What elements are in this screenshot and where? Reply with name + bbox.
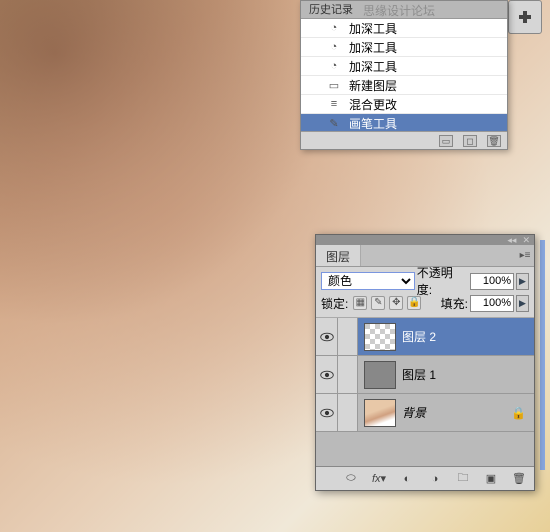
fill-label: 填充: [441,295,468,312]
link-cell[interactable] [338,356,358,393]
history-item-label: 新建图层 [349,77,397,94]
history-list: ◔ 加深工具 ◔ 加深工具 ◔ 加深工具 ▭ 新建图层 ≡ 混合更改 ✎ 画笔工具 [301,19,507,132]
close-icon[interactable]: ✕ [522,236,530,245]
lock-pixels-icon[interactable]: ✎ [371,296,385,310]
history-new-doc-icon[interactable]: ▭ [439,135,453,147]
lock-label: 锁定: [321,295,348,312]
link-cell[interactable] [338,318,358,355]
right-edge-strip [540,240,545,470]
layer-name-label[interactable]: 背景 [402,404,426,421]
history-delete-icon[interactable]: 🗑 [487,135,501,147]
layer-row[interactable]: 图层 1 [316,356,534,394]
newlayer-icon: ▭ [325,78,343,92]
link-cell[interactable] [338,394,358,431]
watermark-cn: 思缘设计论坛 [363,2,435,19]
opacity-label: 不透明度: [417,264,468,298]
layers-list: 图层 2 图层 1 背景 🔒 [316,318,534,432]
link-layers-icon[interactable]: ⬭ [342,472,360,486]
burn-icon: ◔ [325,21,343,35]
layer-thumbnail[interactable] [364,361,396,389]
blend-mode-select[interactable]: 颜色 [321,272,415,290]
layers-controls: 颜色 不透明度: ▶ 锁定: ▦ ✎ ✥ 🔒 填充: ▶ [316,267,534,318]
layer-row[interactable]: 背景 🔒 [316,394,534,432]
history-panel: 历史记录 ◔加深工具◔加深工具◔加深工具▭新建图层≡混合更改✎画笔工具 ▭ ◻ … [300,0,508,150]
history-item[interactable]: ≡ 混合更改 [301,95,507,114]
lock-all-icon[interactable]: 🔒 [407,296,421,310]
lock-indicator-icon: 🔒 [511,406,526,420]
history-item[interactable]: ◔ 加深工具 [301,38,507,57]
panel-drag-bar[interactable]: ◂◂ ✕ [316,235,534,245]
opacity-input[interactable] [470,273,514,290]
layers-empty-area[interactable] [316,432,534,466]
delete-layer-icon[interactable]: 🗑 [510,472,528,486]
burn-icon: ◔ [325,59,343,73]
new-layer-icon[interactable]: ▣ [482,472,500,486]
history-new-snapshot-icon[interactable]: ◻ [463,135,477,147]
fx-icon[interactable]: fx▾ [370,472,388,486]
fill-input[interactable] [470,295,514,312]
history-footer: ▭ ◻ 🗑 [301,132,507,150]
brush-icon: ✎ [325,116,343,130]
history-item[interactable]: ✎ 画笔工具 [301,114,507,132]
history-item-label: 加深工具 [349,58,397,75]
panel-menu-icon[interactable]: ▸≡ [516,245,534,266]
layers-footer: ⬭ fx▾ ◐ ◑ 🗀 ▣ 🗑 [316,466,534,490]
visibility-eye-icon[interactable] [316,394,338,431]
group-icon[interactable]: 🗀 [454,472,472,486]
history-item[interactable]: ▭ 新建图层 [301,76,507,95]
blend-icon: ≡ [325,97,343,111]
fill-flyout-icon[interactable]: ▶ [516,295,529,312]
history-item[interactable]: ◔ 加深工具 [301,19,507,38]
lock-position-icon[interactable]: ✥ [389,296,403,310]
minimize-icon[interactable]: ◂◂ [507,236,516,245]
adjustment-layer-icon[interactable]: ◑ [426,472,444,486]
burn-icon: ◔ [325,40,343,54]
layer-row[interactable]: 图层 2 [316,318,534,356]
history-item-label: 画笔工具 [349,115,397,132]
lock-transparency-icon[interactable]: ▦ [353,296,367,310]
layer-mask-icon[interactable]: ◐ [398,472,416,486]
visibility-eye-icon[interactable] [316,356,338,393]
visibility-eye-icon[interactable] [316,318,338,355]
history-item[interactable]: ◔ 加深工具 [301,57,507,76]
layer-name-label[interactable]: 图层 1 [402,366,436,383]
layer-name-label[interactable]: 图层 2 [402,328,436,345]
history-item-label: 混合更改 [349,96,397,113]
tool-button[interactable] [508,0,542,34]
layer-thumbnail[interactable] [364,399,396,427]
tab-layers[interactable]: 图层 [316,245,361,266]
history-item-label: 加深工具 [349,20,397,37]
history-item-label: 加深工具 [349,39,397,56]
opacity-flyout-icon[interactable]: ▶ [516,273,529,290]
layer-thumbnail[interactable] [364,323,396,351]
layers-panel: ◂◂ ✕ 图层 ▸≡ 颜色 不透明度: ▶ 锁定: ▦ ✎ ✥ 🔒 填充: ▶ [315,234,535,491]
tool-strip [508,0,544,36]
